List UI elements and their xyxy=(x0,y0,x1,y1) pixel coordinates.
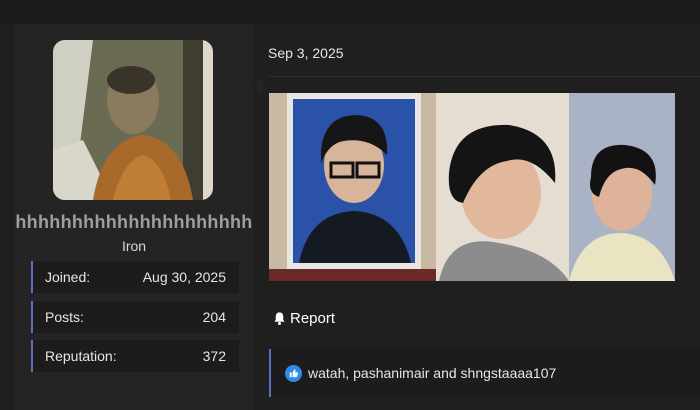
like-icon xyxy=(285,365,302,382)
avatar-image xyxy=(53,40,213,200)
stat-label: Reputation: xyxy=(45,348,117,364)
user-avatar[interactable] xyxy=(53,40,213,200)
user-column-pointer xyxy=(253,76,263,96)
reactions-users[interactable]: watah, pashanimair and shngstaaaa107 xyxy=(308,365,556,381)
user-info-column: hhhhhhhhhhhhhhhhhhhhh Iron Joined: Aug 3… xyxy=(15,24,253,410)
stat-reputation: Reputation: 372 xyxy=(31,340,239,372)
stat-label: Joined: xyxy=(45,269,91,285)
report-label: Report xyxy=(290,310,336,327)
user-rank: Iron xyxy=(121,238,147,254)
bell-icon xyxy=(274,312,285,325)
stat-joined: Joined: Aug 30, 2025 xyxy=(31,261,239,293)
post-header-divider xyxy=(268,76,700,77)
stat-value: Aug 30, 2025 xyxy=(142,269,226,285)
stat-posts: Posts: 204 xyxy=(31,301,239,333)
reactions-bar[interactable]: watah, pashanimair and shngstaaaa107 xyxy=(269,349,700,397)
username[interactable]: hhhhhhhhhhhhhhhhhhhhh xyxy=(15,212,253,233)
forum-post: hhhhhhhhhhhhhhhhhhhhh Iron Joined: Aug 3… xyxy=(0,24,700,410)
stat-value: 372 xyxy=(202,348,226,364)
report-button[interactable]: Report xyxy=(272,310,335,327)
attachment-photo xyxy=(269,93,675,281)
stat-value: 204 xyxy=(202,309,226,325)
post-attachment-image[interactable] xyxy=(269,93,675,281)
post-date[interactable]: Sep 3, 2025 xyxy=(268,45,344,61)
stat-label: Posts: xyxy=(45,309,84,325)
